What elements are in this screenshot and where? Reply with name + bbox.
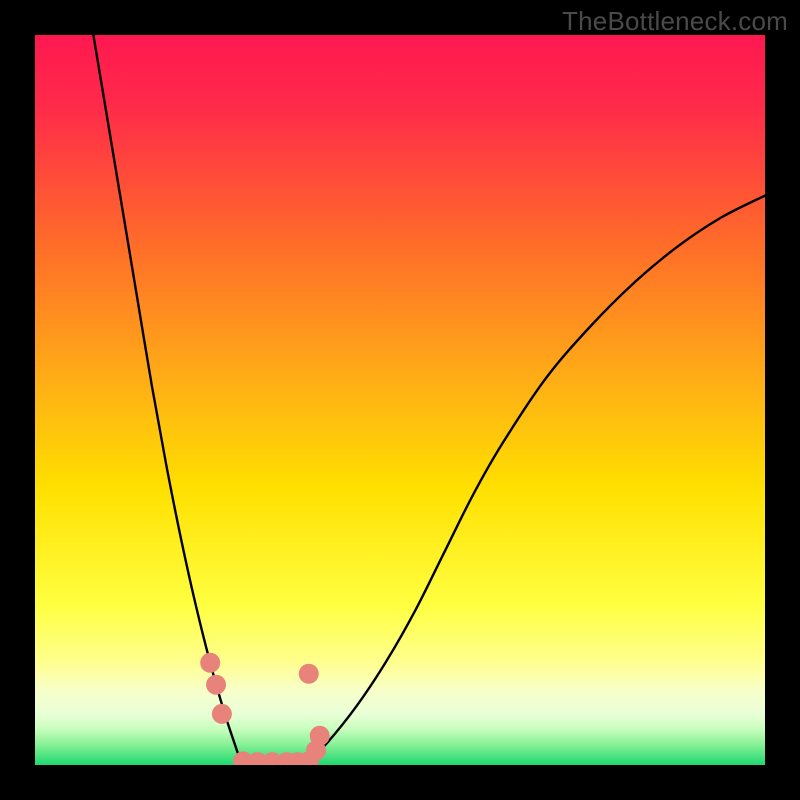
chart-frame: TheBottleneck.com	[0, 0, 800, 800]
marker-dot	[310, 726, 330, 746]
plot-svg	[35, 35, 765, 765]
gradient-background	[35, 35, 765, 765]
marker-dot	[200, 653, 220, 673]
watermark-text: TheBottleneck.com	[562, 6, 788, 37]
plot-area	[35, 35, 765, 765]
marker-dot	[212, 704, 232, 724]
marker-dot	[299, 664, 319, 684]
marker-dot	[206, 675, 226, 695]
